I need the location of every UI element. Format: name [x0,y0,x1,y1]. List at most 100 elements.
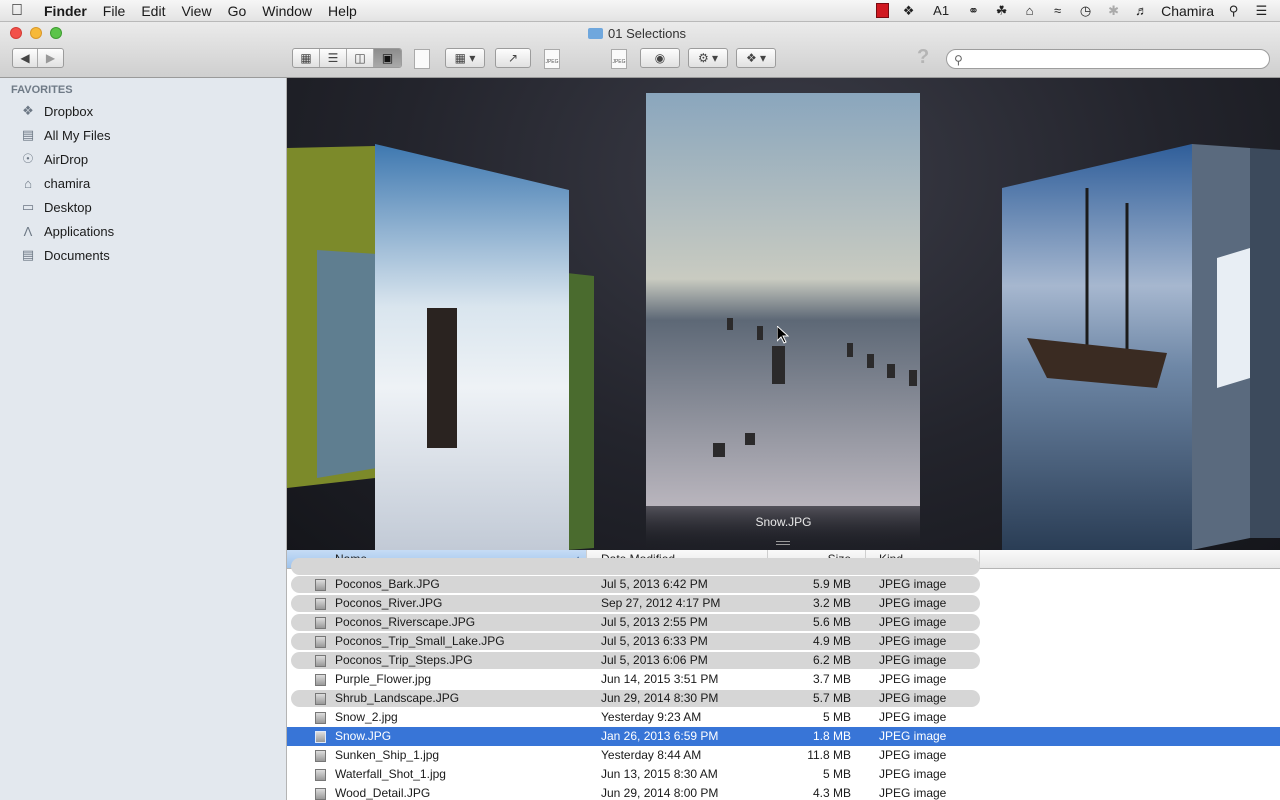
file-kind: JPEG image [879,615,947,629]
dropbox-menu-icon[interactable]: ❖ [900,3,917,18]
table-row[interactable]: Purple_Flower.jpg Jun 14, 2015 3:51 PM 3.7… [287,670,1280,689]
cover-flow-images [287,93,1280,550]
close-button[interactable] [10,27,22,39]
jpeg-file-icon [315,769,326,781]
table-row[interactable]: Poconos_Riverscape.JPG Jul 5, 2013 2:55 P… [287,613,1280,632]
file-date: Jul 5, 2013 6:42 PM [601,577,708,591]
table-row[interactable]: Poconos_River.JPG Sep 27, 2012 4:17 PM 3.2… [287,594,1280,613]
quick-look-file-icon[interactable] [414,49,430,69]
cover-flow[interactable]: Snow.JPG [287,78,1280,550]
icon-view-button[interactable]: ▦ [293,49,320,67]
menu-go[interactable]: Go [220,3,255,19]
sidebar-item-desktop[interactable]: ▭ Desktop [20,197,92,217]
adobe-icon[interactable]: A1 [928,3,954,18]
dropbox-toolbar-button[interactable]: ❖ ▾ [736,48,776,68]
creative-cloud-icon[interactable]: ⚭ [965,3,982,18]
menu-view[interactable]: View [173,3,219,19]
sidebar-item-label: chamira [44,175,91,191]
minimize-button[interactable] [30,27,42,39]
file-name: Poconos_Trip_Steps.JPG [335,653,473,667]
jpeg-preview-icon[interactable]: JPEG [611,49,627,69]
file-size: 5 MB [822,767,851,781]
table-row[interactable]: Shrub_Landscape.JPG Jun 29, 2014 8:30 PM 5… [287,689,1280,708]
sidebar-item-label: Desktop [44,199,92,215]
home-status-icon[interactable]: ⌂ [1021,3,1038,18]
all-files-icon: ▤ [21,127,35,142]
dropbox-icon: ❖ [22,103,34,118]
resize-grip[interactable] [776,541,790,545]
cover-flow-view-button[interactable]: ▣ [374,49,401,67]
file-date: Jun 29, 2014 8:00 PM [601,786,719,800]
file-name: Poconos_Riverscape.JPG [335,615,476,629]
zoom-button[interactable] [50,27,62,39]
folder-icon [588,28,603,39]
file-size: 4.3 MB [812,786,851,800]
spotlight-icon[interactable]: ⚲ [1225,3,1242,18]
quick-look-eye-button[interactable]: ◉ [640,48,680,68]
search-input[interactable]: ⚲ [946,49,1270,69]
sidebar-item-label: All My Files [44,127,111,143]
menu-app-finder[interactable]: Finder [34,3,95,19]
notification-center-icon[interactable]: ☰ [1253,3,1270,18]
jpeg-file-icon [315,750,326,762]
cover-center-post [772,346,785,384]
table-row[interactable]: Poconos_Bark.JPG Jul 5, 2013 6:42 PM 5.9 M… [287,575,1280,594]
menu-file[interactable]: File [95,3,134,19]
recording-icon[interactable] [876,3,890,18]
column-view-button[interactable]: ◫ [347,49,374,67]
share-button[interactable]: ↗ [495,48,531,68]
list-rows: Poconos_Bark.JPG Jul 5, 2013 6:42 PM 5.9 M… [287,558,1280,800]
file-date: Jun 13, 2015 8:30 AM [601,767,718,781]
back-button[interactable]: ◀ [13,49,39,67]
forward-button[interactable]: ▶ [38,49,63,67]
file-name: Poconos_Bark.JPG [335,577,440,591]
cover-left-back[interactable] [567,273,594,550]
list-view-button[interactable]: ☰ [320,49,347,67]
sidebar-item-label: AirDrop [44,151,89,167]
sidebar-item-applications[interactable]: Λ Applications [20,221,114,241]
help-icon[interactable]: ? [917,46,929,69]
sidebar-item-documents[interactable]: ▤ Documents [20,245,110,265]
view-mode-control: ▦ ☰ ◫ ▣ [292,48,402,68]
wifi-icon[interactable]: ≈ [1049,3,1066,18]
airdrop-icon: ☉ [22,151,34,166]
jpeg-file-icon [315,693,326,705]
sidebar-item-label: Applications [44,223,115,239]
table-row[interactable]: Wood_Detail.JPG Jun 29, 2014 8:00 PM 4.3 M… [287,784,1280,800]
sidebar-item-chamira[interactable]: ⌂ chamira [20,173,90,193]
menu-help[interactable]: Help [320,3,365,19]
cover-far-right[interactable] [1250,148,1280,538]
menu-edit[interactable]: Edit [133,3,173,19]
sidebar-item-all-my-files[interactable]: ▤ All My Files [20,125,111,145]
cover-left-snow-posts[interactable] [375,144,569,550]
apple-menu-icon[interactable]:  [0,2,34,20]
adobe-badge: 1 [941,3,950,18]
table-row[interactable]: Poconos_Trip_Steps.JPG Jul 5, 2013 6:06 P… [287,651,1280,670]
user-name[interactable]: Chamira [1161,3,1214,19]
jpeg-file-icon[interactable]: JPEG [544,49,560,69]
action-gear-button[interactable]: ⚙ ▾ [688,48,728,68]
time-machine-icon[interactable]: ◷ [1077,3,1094,18]
volume-icon[interactable]: ♬ [1133,3,1150,18]
file-size: 5 MB [822,710,851,724]
sidebar-item-dropbox[interactable]: ❖ Dropbox [20,101,93,121]
table-row[interactable]: Snow_2.jpg Yesterday 9:23 AM 5 MB JPEG imag… [287,708,1280,727]
jpeg-file-icon [315,731,326,743]
arrange-button[interactable]: ▦ ▾ [445,48,485,68]
table-row[interactable]: Poconos_Trip_Small_Lake.JPG Jul 5, 2013 6… [287,632,1280,651]
file-kind: JPEG image [879,672,947,686]
file-kind: JPEG image [879,729,947,743]
menu-window[interactable]: Window [254,3,320,19]
evernote-icon[interactable]: ☘ [993,3,1010,18]
bluetooth-icon[interactable]: ✱ [1105,3,1122,18]
file-name: Poconos_Trip_Small_Lake.JPG [335,634,505,648]
table-row[interactable]: Sunken_Ship_1.jpg Yesterday 8:44 AM 11.8 M… [287,746,1280,765]
cover-center-snow[interactable] [646,93,920,506]
cover-left-river[interactable] [317,250,377,478]
file-kind: JPEG image [879,710,947,724]
file-kind: JPEG image [879,596,947,610]
table-row[interactable]: Waterfall_Shot_1.jpg Jun 13, 2015 8:30 AM… [287,765,1280,784]
file-name: Sunken_Ship_1.jpg [335,748,440,762]
sidebar-item-airdrop[interactable]: ☉ AirDrop [20,149,88,169]
table-row-selected[interactable]: Snow.JPG Jan 26, 2013 6:59 PM 1.8 MB JPEG i… [287,727,1280,746]
